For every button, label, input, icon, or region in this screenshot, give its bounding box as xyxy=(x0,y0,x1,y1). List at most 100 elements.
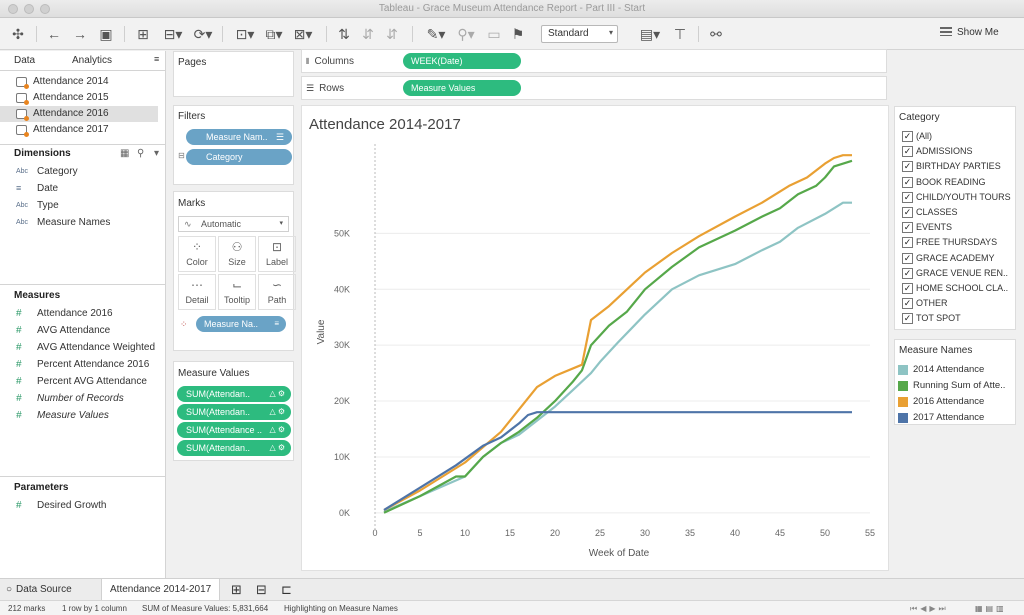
view-options-icon[interactable]: ▦ xyxy=(120,145,129,163)
undo-icon[interactable]: ← xyxy=(46,25,62,43)
redo-icon[interactable]: → xyxy=(72,25,88,43)
series-line-3[interactable] xyxy=(383,411,852,511)
category-filter-item[interactable]: ✓ FREE THURSDAYS xyxy=(895,235,1015,250)
chevron-down-icon[interactable]: ▾ xyxy=(154,145,159,163)
checkbox-checked-icon[interactable]: ✓ xyxy=(902,191,913,203)
fix-axes-icon[interactable]: ⚑ xyxy=(510,25,526,43)
checkbox-checked-icon[interactable]: ✓ xyxy=(902,267,913,279)
show-me-button[interactable]: Show Me xyxy=(940,27,999,38)
dimension-field[interactable]: ≡ Date xyxy=(0,180,165,197)
data-source-item[interactable]: Attendance 2017 xyxy=(0,122,165,138)
category-filter-item[interactable]: ✓ GRACE VENUE REN.. xyxy=(895,266,1015,281)
detail-button[interactable]: ⋯ Detail xyxy=(178,274,216,310)
duplicate-sheet-icon[interactable]: ⧉▾ xyxy=(262,25,286,43)
labels-icon[interactable]: ▭ xyxy=(486,25,502,43)
columns-pill-week-date[interactable]: WEEK(Date) xyxy=(403,53,521,69)
group-members-icon[interactable]: ⚲▾ xyxy=(454,25,478,43)
new-worksheet-tab-icon[interactable]: ⊞ xyxy=(231,579,242,601)
checkbox-checked-icon[interactable]: ✓ xyxy=(902,146,913,158)
color-button[interactable]: ⁘ Color xyxy=(178,236,216,272)
data-pane-menu-icon[interactable]: ≡ xyxy=(154,54,159,64)
new-data-source-icon[interactable]: ⊞ xyxy=(134,25,152,43)
fit-select[interactable]: Standard ▾ xyxy=(541,25,618,43)
measure-value-pill[interactable]: SUM(Attendan.. △ ⚙ xyxy=(177,440,291,456)
checkbox-checked-icon[interactable]: ✓ xyxy=(902,298,913,310)
measure-field[interactable]: # Attendance 2016 xyxy=(0,305,165,322)
category-filter-item[interactable]: ✓ TOT SPOT xyxy=(895,311,1015,326)
category-filter-item[interactable]: ✓ CHILD/YOUTH TOURS xyxy=(895,190,1015,205)
data-source-tab[interactable]: ○ Data Source xyxy=(6,579,72,601)
measure-field[interactable]: # Measure Values xyxy=(0,407,165,424)
dimension-field[interactable]: Abc Measure Names xyxy=(0,214,165,226)
checkbox-checked-icon[interactable]: ✓ xyxy=(902,176,913,188)
dimension-field[interactable]: Abc Category xyxy=(0,163,165,180)
columns-shelf[interactable]: ⦀ Columns WEEK(Date) xyxy=(301,49,887,73)
path-button[interactable]: ∽ Path xyxy=(258,274,296,310)
parameter-field[interactable]: # Desired Growth xyxy=(0,497,165,514)
measure-field[interactable]: # AVG Attendance Weighted xyxy=(0,339,165,356)
checkbox-checked-icon[interactable]: ✓ xyxy=(902,282,913,294)
pause-updates-icon[interactable]: ⊟▾ xyxy=(160,25,186,43)
sheet-tab-attendance[interactable]: Attendance 2014-2017 xyxy=(101,579,221,601)
measure-value-pill[interactable]: SUM(Attendan.. △ ⚙ xyxy=(177,404,291,420)
checkbox-checked-icon[interactable]: ✓ xyxy=(902,237,913,249)
legend-item[interactable]: 2017 Attendance xyxy=(895,410,1015,426)
checkbox-checked-icon[interactable]: ✓ xyxy=(902,222,913,234)
label-button[interactable]: ⊡ Label xyxy=(258,236,296,272)
filter-pill-category[interactable]: Category xyxy=(186,149,292,165)
dimension-field[interactable]: Abc Type xyxy=(0,197,165,214)
legend-item[interactable]: 2014 Attendance xyxy=(895,362,1015,378)
new-dashboard-tab-icon[interactable]: ⊟ xyxy=(256,579,267,601)
checkbox-checked-icon[interactable]: ✓ xyxy=(902,252,913,264)
category-filter-item[interactable]: ✓ HOME SCHOOL CLA.. xyxy=(895,281,1015,296)
data-source-item[interactable]: Attendance 2016 xyxy=(0,106,158,122)
category-filter-item[interactable]: ✓ OTHER xyxy=(895,296,1015,311)
legend-item[interactable]: 2016 Attendance xyxy=(895,394,1015,410)
measure-field[interactable]: # Percent AVG Attendance xyxy=(0,373,165,390)
presentation-mode-icon[interactable]: ⊤ xyxy=(672,25,688,43)
category-filter-item[interactable]: ✓ BOOK READING xyxy=(895,175,1015,190)
category-filter-item[interactable]: ✓ ADMISSIONS xyxy=(895,144,1015,159)
size-button[interactable]: ⚇ Size xyxy=(218,236,256,272)
measure-field[interactable]: # Percent Attendance 2016 xyxy=(0,356,165,373)
highlight-icon[interactable]: ✎▾ xyxy=(424,25,448,43)
tableau-logo-icon[interactable]: ✣ xyxy=(10,25,26,43)
pages-card[interactable]: Pages xyxy=(173,51,294,97)
measure-field[interactable]: # Number of Records xyxy=(0,390,165,407)
refresh-icon[interactable]: ⟳▾ xyxy=(190,25,216,43)
measure-value-pill[interactable]: SUM(Attendance .. △ ⚙ xyxy=(177,422,291,438)
filter-pill-measure-names[interactable]: Measure Nam.. ☰ xyxy=(186,129,292,145)
tab-data[interactable]: Data xyxy=(14,55,35,66)
view-toggle-icons[interactable]: ▦▤▥ xyxy=(975,604,1007,613)
new-worksheet-icon[interactable]: ⊡▾ xyxy=(232,25,258,43)
rows-shelf[interactable]: ☰ Rows Measure Values xyxy=(301,76,887,100)
tooltip-button[interactable]: ⌙ Tooltip xyxy=(218,274,256,310)
filters-card[interactable]: Filters Measure Nam.. ☰ ⊟ Category xyxy=(173,105,294,185)
checkbox-checked-icon[interactable]: ✓ xyxy=(902,313,913,325)
save-icon[interactable]: ▣ xyxy=(98,25,114,43)
swap-rows-columns-icon[interactable]: ⇅ xyxy=(336,25,352,43)
legend-item[interactable]: Running Sum of Atte.. xyxy=(895,378,1015,394)
mark-type-select[interactable]: ∿ Automatic ▾ xyxy=(178,216,289,232)
data-source-item[interactable]: Attendance 2014 xyxy=(0,74,165,90)
show-cards-icon[interactable]: ▤▾ xyxy=(638,25,662,43)
category-filter-item[interactable]: ✓ GRACE ACADEMY xyxy=(895,251,1015,266)
search-icon[interactable]: ⚲ xyxy=(137,145,144,163)
checkbox-checked-icon[interactable]: ✓ xyxy=(902,161,913,173)
share-icon[interactable]: ⚯ xyxy=(708,25,724,43)
marks-pill-measure-names[interactable]: Measure Na.. ≡ xyxy=(196,316,286,332)
category-filter-item[interactable]: ✓ (All) xyxy=(895,129,1015,144)
line-chart[interactable]: 0K 10K 20K 30K 40K 50K 0 5 10 15 20 25 30 35 40 45 50 55 W… xyxy=(302,106,890,572)
measure-value-pill[interactable]: SUM(Attendan.. △ ⚙ xyxy=(177,386,291,402)
clear-sheet-icon[interactable]: ⊠▾ xyxy=(290,25,316,43)
new-story-tab-icon[interactable]: ⊏ xyxy=(281,579,292,601)
checkbox-checked-icon[interactable]: ✓ xyxy=(902,131,913,142)
category-filter-item[interactable]: ✓ BIRTHDAY PARTIES xyxy=(895,159,1015,174)
category-filter-item[interactable]: ✓ EVENTS xyxy=(895,220,1015,235)
category-filter-item[interactable]: ✓ CLASSES xyxy=(895,205,1015,220)
sort-ascending-icon[interactable]: ⇵ xyxy=(360,25,376,43)
tab-analytics[interactable]: Analytics xyxy=(72,55,112,66)
measure-field[interactable]: # AVG Attendance xyxy=(0,322,165,339)
rows-pill-measure-values[interactable]: Measure Values xyxy=(403,80,521,96)
series-line-1[interactable] xyxy=(383,159,853,514)
